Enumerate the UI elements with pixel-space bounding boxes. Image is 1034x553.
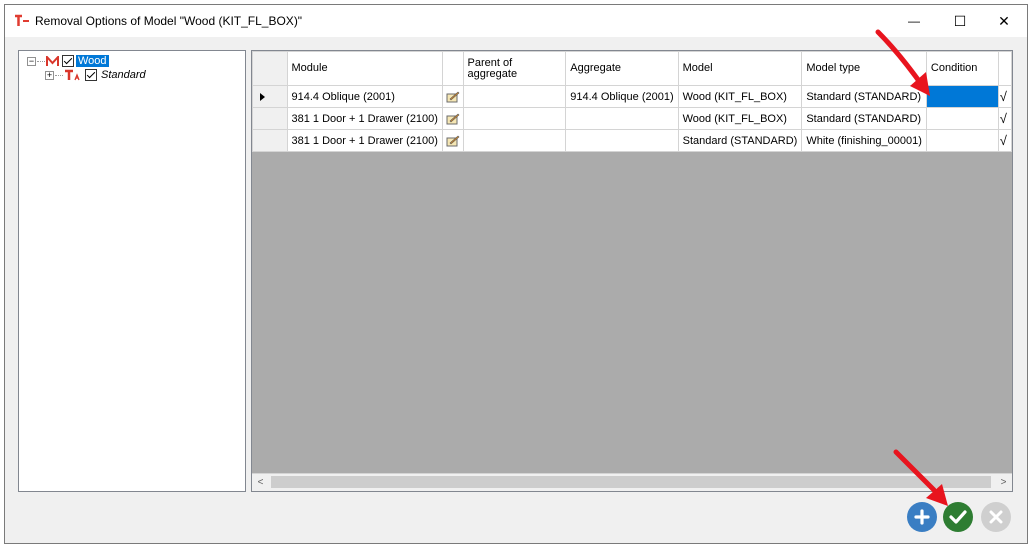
row-selector[interactable] (252, 85, 288, 108)
wood-checkbox[interactable] (62, 55, 74, 67)
removal-options-grid[interactable]: Module Parent of aggregate Aggregate Mod… (251, 50, 1013, 492)
tree-connector (55, 74, 63, 76)
column-header-model[interactable]: Model (677, 51, 803, 86)
column-header-edit[interactable] (441, 51, 464, 86)
cell-model-type[interactable]: White (finishing_00001) (801, 129, 927, 152)
cell-aggregate[interactable] (565, 107, 679, 130)
row-selector[interactable] (252, 107, 288, 130)
cell-model[interactable]: Wood (KIT_FL_BOX) (677, 85, 803, 108)
maximize-button[interactable]: ☐ (937, 5, 983, 37)
scroll-left-button[interactable]: < (252, 474, 269, 491)
cell-extra-check[interactable]: √ (997, 107, 1012, 130)
cell-parent-of-aggregate[interactable] (462, 107, 567, 130)
window-title: Removal Options of Model "Wood (KIT_FL_B… (35, 14, 303, 28)
model-m-icon (46, 55, 59, 66)
cell-module[interactable]: 381 1 Door + 1 Drawer (2100) (286, 107, 443, 130)
cancel-button[interactable] (981, 502, 1011, 532)
table-row[interactable]: 381 1 Door + 1 Drawer (2100) Standard (S… (252, 129, 1012, 152)
cell-model[interactable]: Wood (KIT_FL_BOX) (677, 107, 803, 130)
x-circle-icon (989, 510, 1003, 524)
cell-module[interactable]: 914.4 Oblique (2001) (286, 85, 443, 108)
edit-icon (446, 135, 460, 147)
column-header-module[interactable]: Module (286, 51, 443, 86)
cell-aggregate[interactable] (565, 129, 679, 152)
cell-extra-check[interactable]: √ (997, 85, 1012, 108)
cell-edit[interactable] (441, 107, 464, 130)
scroll-right-button[interactable]: > (995, 474, 1012, 491)
cell-parent-of-aggregate[interactable] (462, 85, 567, 108)
cell-edit[interactable] (441, 129, 464, 152)
current-row-icon (260, 92, 265, 101)
row-header-corner (252, 51, 288, 86)
tree-node-standard[interactable]: + Standard (45, 68, 146, 82)
cell-aggregate[interactable]: 914.4 Oblique (2001) (565, 85, 679, 108)
cell-extra-check[interactable]: √ (997, 129, 1012, 152)
collapse-icon[interactable]: − (27, 56, 36, 66)
cell-condition[interactable] (925, 129, 999, 152)
column-header-parent-of-aggregate[interactable]: Parent of aggregate (462, 51, 567, 86)
row-selector[interactable] (252, 129, 288, 152)
edit-icon (446, 113, 460, 125)
model-tree[interactable]: − Wood + Standard (18, 50, 246, 492)
cell-edit[interactable] (441, 85, 464, 108)
cell-condition[interactable] (925, 107, 999, 130)
chevron-left-icon: < (257, 477, 264, 488)
tree-connector (37, 60, 45, 62)
edit-icon (446, 91, 460, 103)
chevron-right-icon: > (1000, 477, 1007, 488)
cell-parent-of-aggregate[interactable] (462, 129, 567, 152)
table-row[interactable]: 381 1 Door + 1 Drawer (2100) Wood (KIT_F… (252, 107, 1012, 130)
app-icon (15, 14, 29, 26)
expand-icon[interactable]: + (45, 70, 54, 80)
close-button[interactable]: ✕ (981, 5, 1027, 37)
tree-node-wood[interactable]: − Wood (27, 54, 109, 68)
model-type-icon (65, 69, 80, 81)
cell-model-type[interactable]: Standard (STANDARD) (801, 107, 927, 130)
standard-checkbox[interactable] (85, 69, 97, 81)
annotation-arrow-ok (893, 449, 948, 506)
column-header-aggregate[interactable]: Aggregate (565, 51, 679, 86)
maximize-icon: ☐ (953, 12, 967, 29)
cell-module[interactable]: 381 1 Door + 1 Drawer (2100) (286, 129, 443, 152)
close-icon: ✕ (998, 12, 1010, 29)
tree-label-standard[interactable]: Standard (101, 69, 146, 81)
column-header-extra[interactable] (997, 51, 1012, 86)
cell-model[interactable]: Standard (STANDARD) (677, 129, 803, 152)
annotation-arrow-condition (875, 29, 930, 96)
tree-label-wood[interactable]: Wood (76, 55, 109, 67)
scroll-thumb[interactable] (271, 476, 991, 488)
